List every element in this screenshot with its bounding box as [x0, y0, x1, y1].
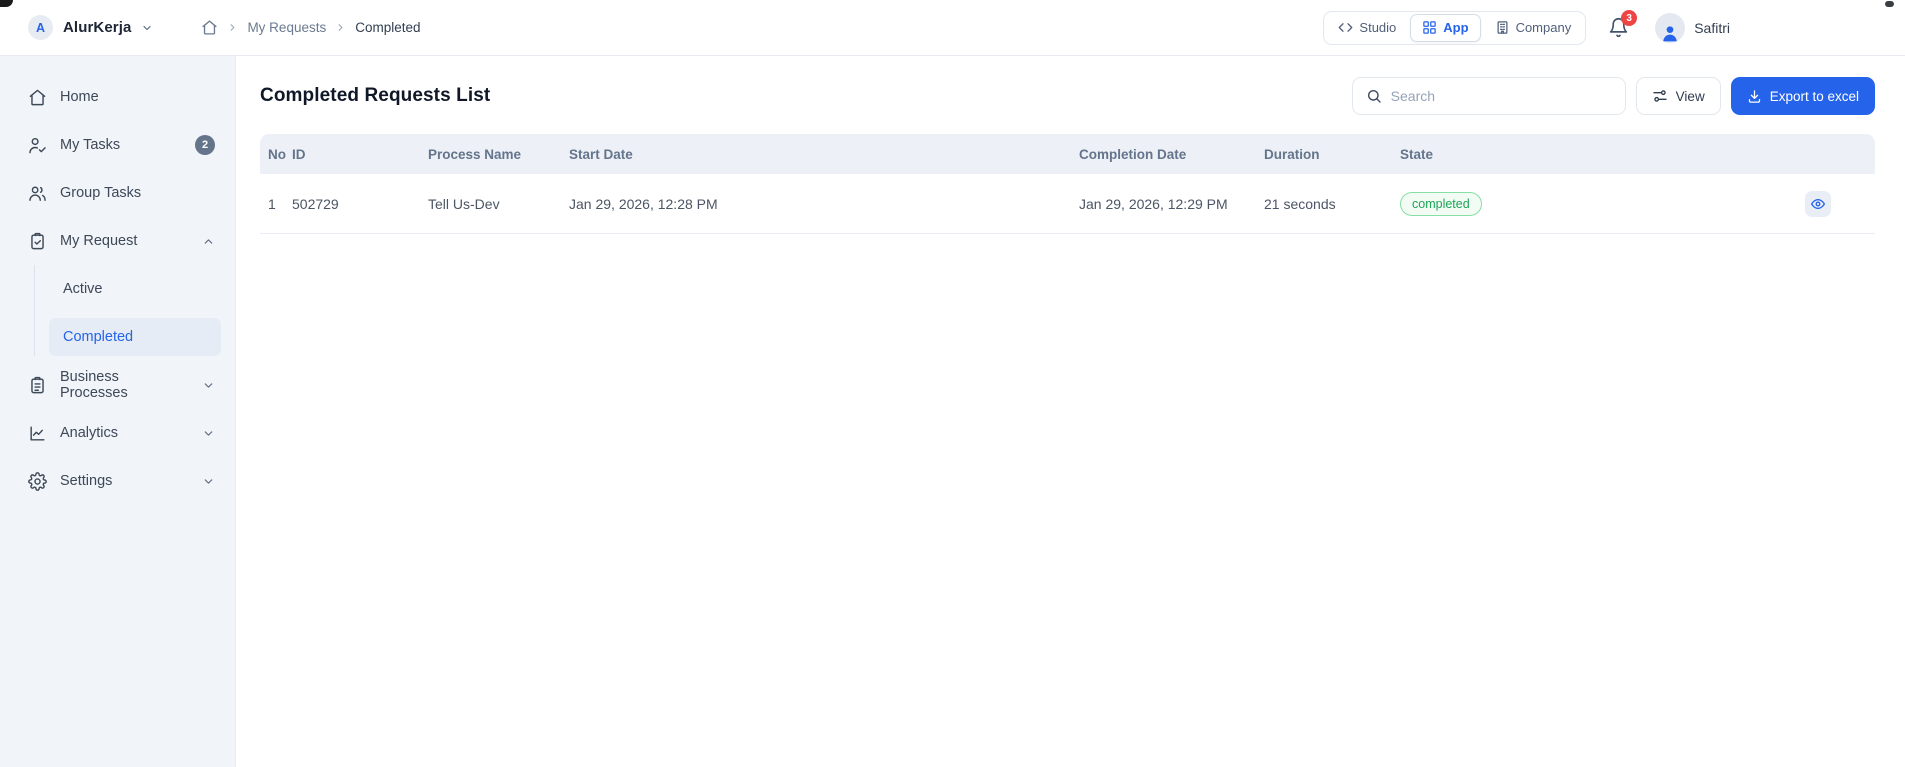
- cell-state: completed: [1400, 191, 1805, 216]
- search-input[interactable]: [1390, 88, 1612, 104]
- sidebar-item-home[interactable]: Home: [0, 73, 235, 121]
- chevron-right-icon: [335, 22, 346, 33]
- export-to-excel-button[interactable]: Export to excel: [1730, 77, 1875, 115]
- user-check-icon: [28, 136, 47, 155]
- chevron-down-icon: [202, 379, 215, 392]
- user-name: Safitri: [1694, 19, 1730, 36]
- column-header-id: ID: [292, 146, 306, 162]
- tab-company[interactable]: Company: [1483, 14, 1584, 42]
- cell-id: 502729: [292, 195, 339, 212]
- chevron-down-icon: [202, 475, 215, 488]
- cell-no: 1: [268, 195, 276, 212]
- avatar: [1655, 12, 1686, 43]
- download-icon: [1747, 89, 1762, 104]
- building-icon: [1495, 20, 1510, 35]
- tab-studio[interactable]: Studio: [1326, 14, 1408, 42]
- brand-avatar: A: [28, 15, 53, 40]
- brand-switcher[interactable]: A AlurKerja: [28, 15, 153, 40]
- main-content: Completed Requests List View: [236, 56, 1905, 767]
- screen-corner-artifact: [0, 0, 13, 7]
- sidebar: Home My Tasks 2 Group Tasks My Request A…: [0, 56, 236, 767]
- my-request-sub-list: Active Completed: [34, 265, 235, 356]
- table-header-row: No ID Process Name Start Date Completion…: [260, 134, 1875, 174]
- breadcrumb: My Requests Completed: [201, 19, 421, 36]
- breadcrumb-my-requests[interactable]: My Requests: [247, 20, 326, 35]
- column-header-start-date: Start Date: [569, 146, 633, 162]
- cell-completion-date: Jan 29, 2026, 12:29 PM: [1079, 195, 1228, 212]
- sidebar-item-settings[interactable]: Settings: [0, 457, 235, 505]
- clipboard-list-icon: [28, 376, 47, 395]
- column-header-completion-date: Completion Date: [1079, 146, 1187, 162]
- code-icon: [1338, 20, 1353, 35]
- notifications-button[interactable]: 3: [1608, 10, 1638, 38]
- page-title: Completed Requests List: [260, 85, 491, 106]
- table-row: 1 502729 Tell Us-Dev Jan 29, 2026, 12:28…: [260, 174, 1875, 234]
- sidebar-item-label: Home: [60, 89, 99, 105]
- top-bar-right: Studio App Company 3 Safitri: [1323, 10, 1730, 45]
- chevron-down-icon: [202, 427, 215, 440]
- breadcrumb-completed: Completed: [355, 20, 421, 35]
- chevron-up-icon: [202, 235, 215, 248]
- sidebar-item-label: Group Tasks: [60, 185, 142, 201]
- line-chart-icon: [28, 424, 47, 443]
- sidebar-item-active[interactable]: Active: [49, 265, 221, 313]
- home-icon: [28, 88, 47, 107]
- toolbar: Completed Requests List View: [260, 77, 1875, 115]
- screen-corner-artifact-right: [1885, 1, 1894, 7]
- column-header-process-name: Process Name: [428, 146, 522, 162]
- cell-actions: [1805, 190, 1875, 217]
- workspace-switcher: Studio App Company: [1323, 10, 1587, 45]
- top-bar: A AlurKerja My Requests Completed Studio: [0, 0, 1905, 56]
- sidebar-item-my-request[interactable]: My Request: [0, 217, 235, 265]
- my-tasks-count-badge: 2: [195, 135, 215, 155]
- home-icon[interactable]: [201, 19, 218, 36]
- search-icon: [1366, 88, 1382, 104]
- sidebar-item-my-tasks[interactable]: My Tasks 2: [0, 121, 235, 169]
- user-menu[interactable]: Safitri: [1655, 12, 1730, 43]
- sliders-icon: [1652, 88, 1668, 104]
- sidebar-item-business-processes[interactable]: Business Processes: [0, 361, 235, 409]
- person-icon: [1660, 23, 1680, 43]
- chevron-right-icon: [227, 22, 238, 33]
- sidebar-item-label: Completed: [63, 329, 134, 345]
- toolbar-right: View Export to excel: [1351, 77, 1875, 115]
- search-box: [1351, 77, 1626, 115]
- cell-start-date: Jan 29, 2026, 12:28 PM: [569, 195, 718, 212]
- sidebar-item-label: My Tasks: [60, 137, 121, 153]
- sidebar-item-group-tasks[interactable]: Group Tasks: [0, 169, 235, 217]
- sidebar-item-analytics[interactable]: Analytics: [0, 409, 235, 457]
- column-header-no: No: [268, 146, 286, 162]
- chevron-down-icon: [141, 22, 153, 34]
- view-request-button[interactable]: [1805, 190, 1831, 217]
- sidebar-item-completed[interactable]: Completed: [49, 318, 221, 356]
- sidebar-item-label: Settings: [60, 473, 113, 489]
- completed-requests-table: No ID Process Name Start Date Completion…: [260, 134, 1875, 234]
- column-header-state: State: [1400, 146, 1434, 162]
- view-button[interactable]: View: [1635, 77, 1721, 115]
- sidebar-item-label: Active: [63, 281, 103, 297]
- sidebar-item-label: Analytics: [60, 425, 119, 441]
- gear-icon: [28, 471, 47, 491]
- clipboard-check-icon: [28, 232, 47, 251]
- status-badge: completed: [1400, 191, 1482, 216]
- cell-duration: 21 seconds: [1264, 195, 1336, 212]
- cell-process-name: Tell Us-Dev: [428, 195, 500, 212]
- sidebar-item-label: Business Processes: [60, 369, 128, 401]
- tab-app[interactable]: App: [1410, 13, 1481, 42]
- column-header-duration: Duration: [1264, 146, 1320, 162]
- notification-count-badge: 3: [1621, 10, 1638, 26]
- sidebar-item-label: My Request: [60, 233, 138, 249]
- grid-icon: [1422, 20, 1437, 35]
- eye-icon: [1810, 196, 1826, 212]
- users-icon: [28, 184, 47, 203]
- brand-name: AlurKerja: [63, 19, 132, 36]
